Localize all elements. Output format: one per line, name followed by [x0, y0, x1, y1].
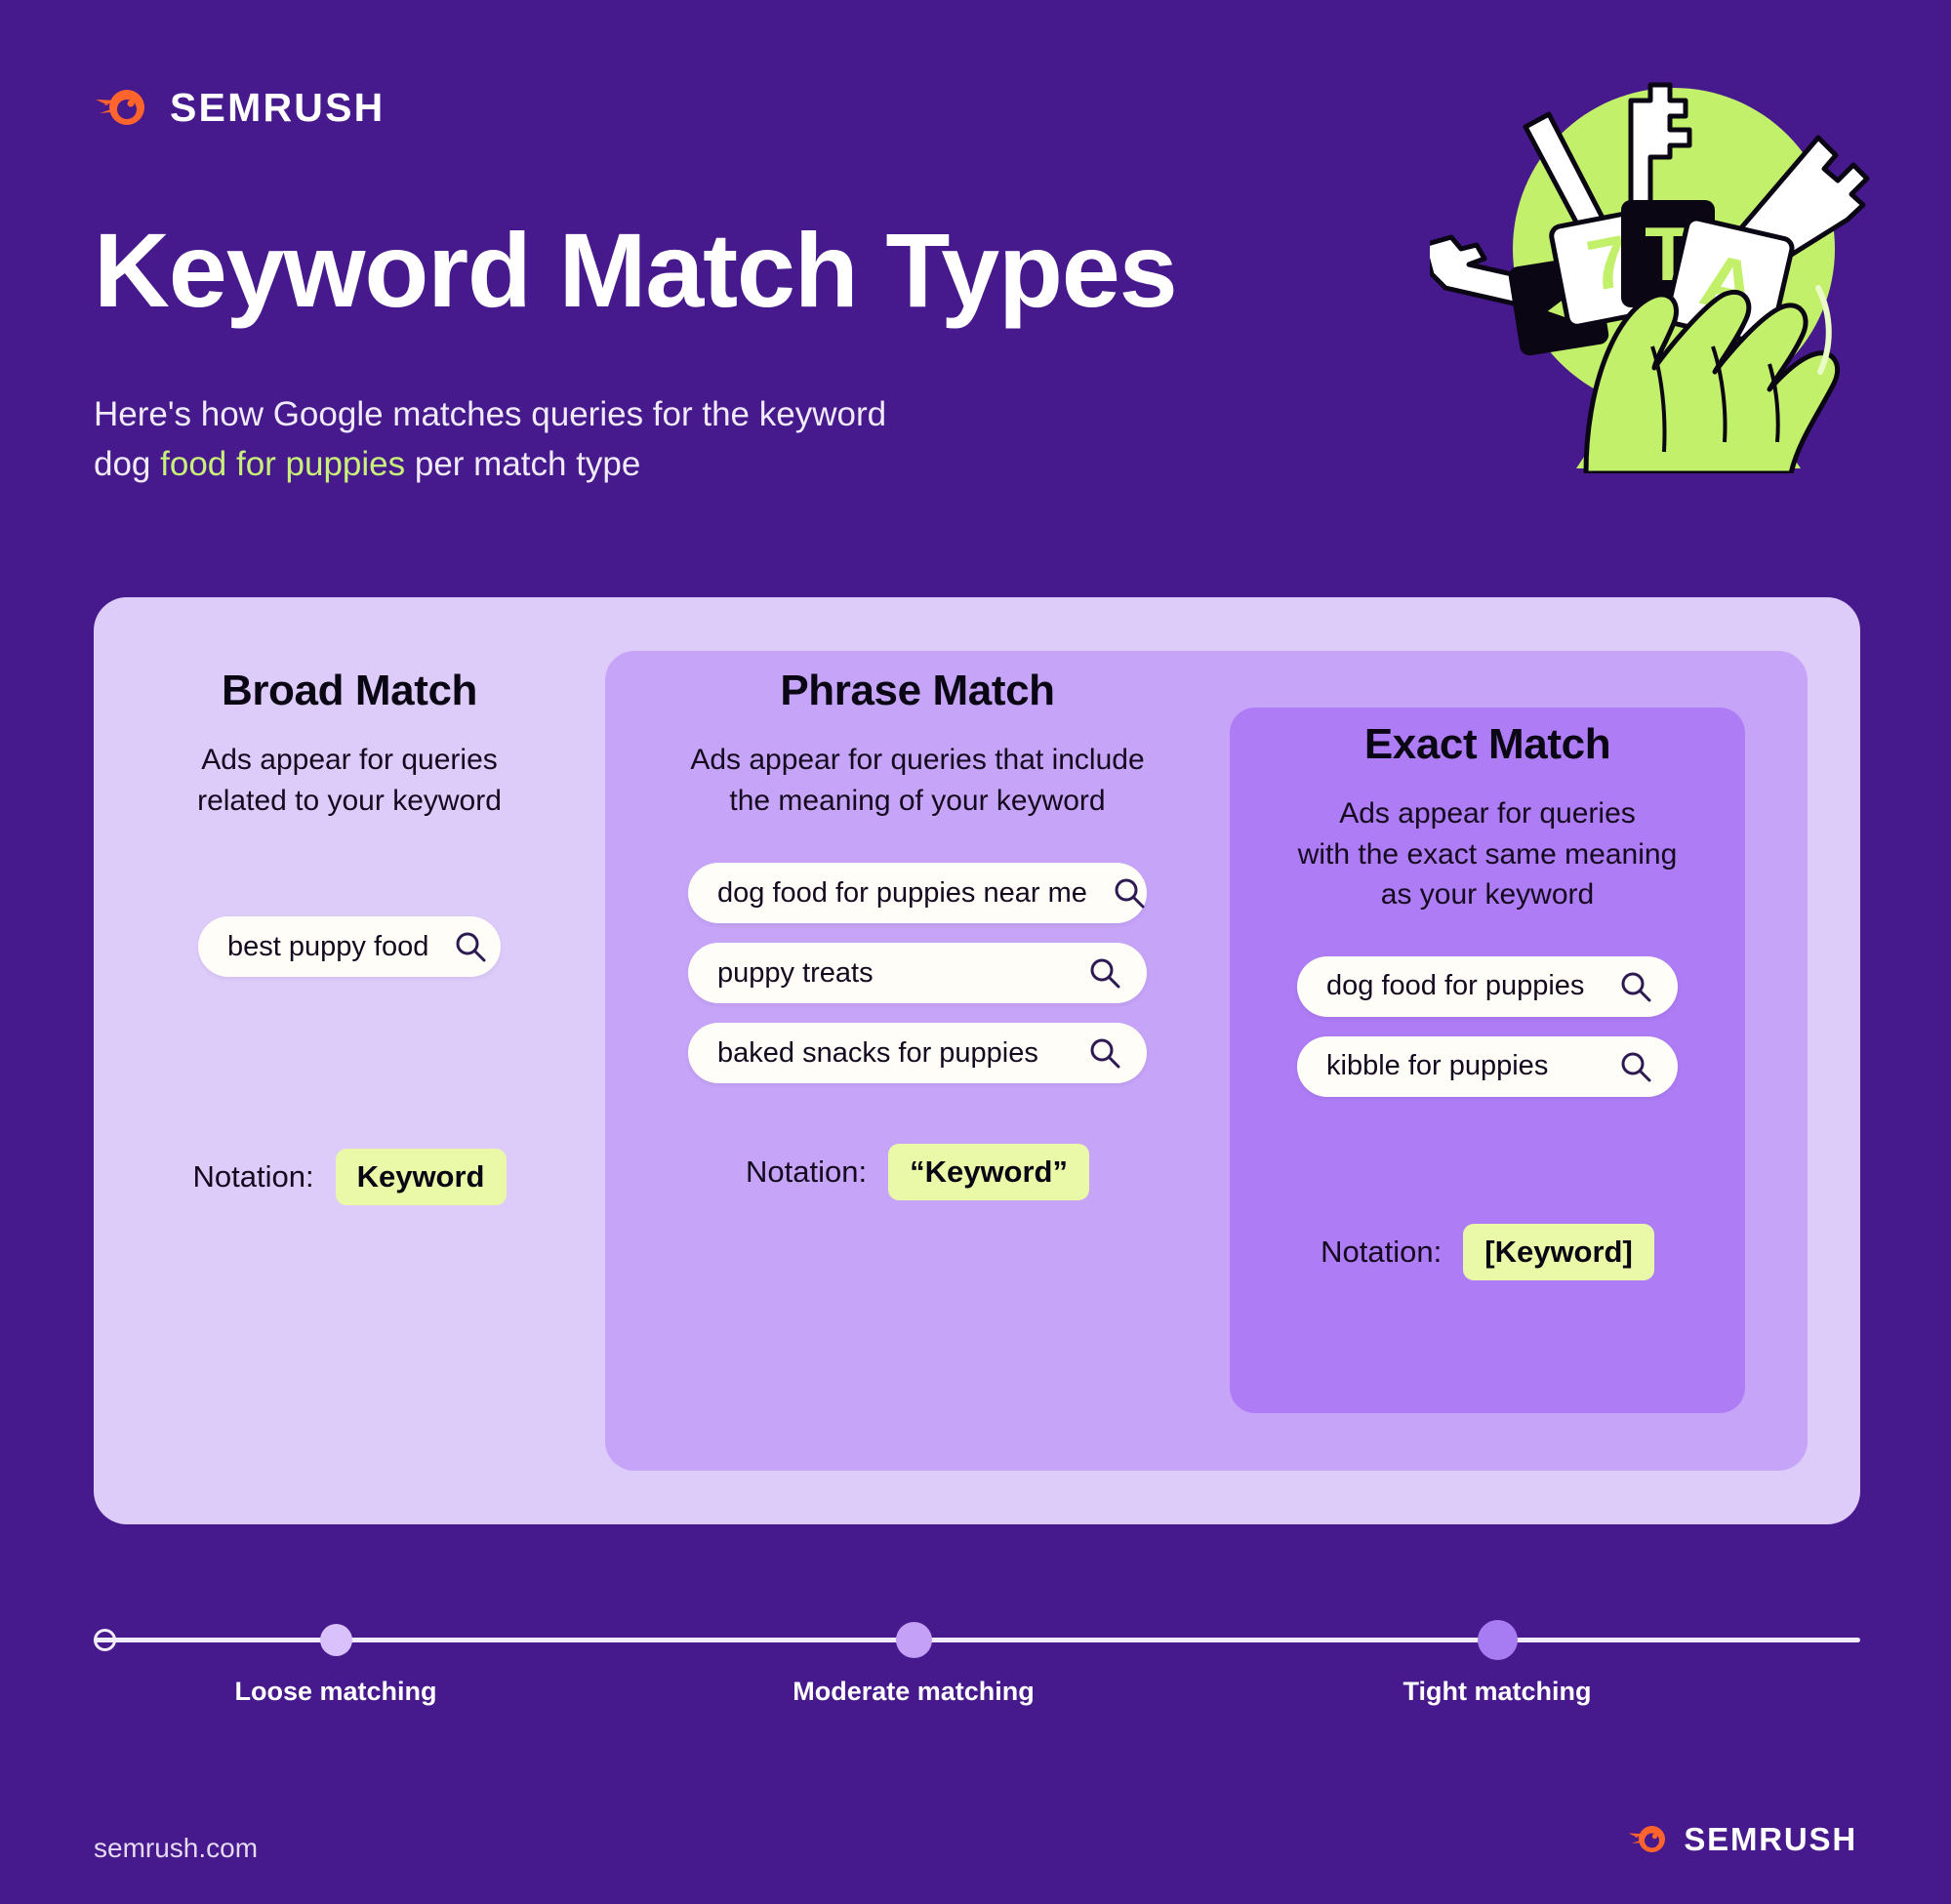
broad-match-notation: Notation: Keyword: [94, 1149, 605, 1206]
broad-match-query-list: best puppy food: [94, 916, 605, 978]
infographic-root: SEMRUSH Keyword Match Types Here's how G…: [0, 0, 1951, 1904]
hand-holding-keys-icon: 7 T A: [1421, 82, 1870, 476]
search-query-pill[interactable]: dog food for puppies near me: [688, 863, 1147, 924]
phrase-match-notation: Notation: “Keyword”: [605, 1144, 1230, 1201]
scale-dot-moderate: [896, 1622, 932, 1658]
scale-label-loose: Loose matching: [234, 1677, 437, 1706]
column-phrase-match: Phrase Match Ads appear for queries that…: [605, 651, 1230, 1201]
matching-scale: Loose matching Moderate matching Tight m…: [94, 1620, 1860, 1706]
exact-match-panel: Exact Match Ads appear for queries with …: [1230, 708, 1745, 1413]
semrush-comet-icon: [1628, 1826, 1666, 1852]
query-text: kibble for puppies: [1326, 1050, 1549, 1082]
query-text: dog food for puppies: [1326, 970, 1585, 1002]
scale-label-moderate: Moderate matching: [793, 1677, 1035, 1706]
phrase-match-title: Phrase Match: [780, 667, 1055, 714]
broad-match-panel: Broad Match Ads appear for queries relat…: [94, 597, 1860, 1524]
semrush-wordmark: SEMRUSH: [170, 84, 386, 130]
scale-track: [94, 1638, 1860, 1642]
column-broad-match: Broad Match Ads appear for queries relat…: [94, 597, 605, 1206]
query-text: puppy treats: [717, 956, 874, 989]
notation-label: Notation:: [746, 1155, 868, 1190]
subtitle-line-1: Here's how Google matches queries for th…: [94, 395, 887, 433]
notation-label: Notation:: [192, 1159, 314, 1195]
search-query-pill[interactable]: kibble for puppies: [1297, 1035, 1678, 1097]
exact-match-title: Exact Match: [1363, 720, 1611, 768]
semrush-wordmark: SEMRUSH: [1684, 1821, 1857, 1857]
subtitle-suffix: per match type: [405, 444, 641, 483]
search-query-pill[interactable]: baked snacks for puppies: [688, 1023, 1147, 1084]
search-query-pill[interactable]: dog food for puppies: [1297, 955, 1678, 1017]
exact-match-description: Ads appear for queries with the exact sa…: [1297, 797, 1678, 911]
exact-match-query-list: dog food for puppies kibble for puppies: [1230, 955, 1745, 1097]
hand-shape: [1583, 290, 1841, 476]
query-text: best puppy food: [227, 930, 429, 962]
search-icon: [1115, 878, 1145, 909]
search-query-pill[interactable]: puppy treats: [688, 943, 1147, 1004]
broad-match-title: Broad Match: [221, 667, 478, 714]
phrase-match-panel: Phrase Match Ads appear for queries that…: [605, 651, 1808, 1471]
semrush-comet-icon: [96, 90, 144, 125]
footer-url[interactable]: semrush.com: [94, 1833, 258, 1864]
broad-match-description: Ads appear for queries related to your k…: [197, 744, 502, 817]
search-icon: [1090, 958, 1120, 989]
scale-start-marker: [94, 1629, 116, 1651]
search-icon: [456, 932, 486, 962]
notation-badge: Keyword: [335, 1149, 507, 1206]
notation-badge: “Keyword”: [888, 1144, 1089, 1201]
query-text: baked snacks for puppies: [717, 1036, 1038, 1069]
scale-dot-tight: [1478, 1620, 1518, 1660]
phrase-match-description: Ads appear for queries that include the …: [690, 744, 1145, 817]
notation-badge: [Keyword]: [1463, 1223, 1654, 1280]
search-icon: [1621, 1052, 1651, 1082]
column-exact-match: Exact Match Ads appear for queries with …: [1230, 708, 1745, 1280]
page-subtitle: Here's how Google matches queries for th…: [94, 390, 886, 490]
page-title: Keyword Match Types: [94, 211, 1178, 329]
exact-match-notation: Notation: [Keyword]: [1230, 1223, 1745, 1280]
search-icon: [1621, 972, 1651, 1002]
query-text: dog food for puppies near me: [717, 876, 1087, 909]
subtitle-line-2: dog food for puppies per match type: [94, 440, 886, 490]
scale-dot-loose: [320, 1624, 352, 1656]
notation-label: Notation:: [1321, 1234, 1443, 1269]
search-icon: [1090, 1038, 1120, 1069]
phrase-match-query-list: dog food for puppies near me puppy treat…: [605, 863, 1230, 1084]
hero-illustration: 7 T A: [1421, 54, 1898, 476]
semrush-logo-header: SEMRUSH: [94, 86, 385, 129]
semrush-logo-footer: SEMRUSH: [1627, 1823, 1857, 1855]
scale-label-tight: Tight matching: [1402, 1677, 1592, 1706]
search-query-pill[interactable]: best puppy food: [198, 916, 501, 978]
subtitle-keyword-highlight: food for puppies: [160, 444, 406, 483]
subtitle-prefix: dog: [94, 444, 161, 483]
